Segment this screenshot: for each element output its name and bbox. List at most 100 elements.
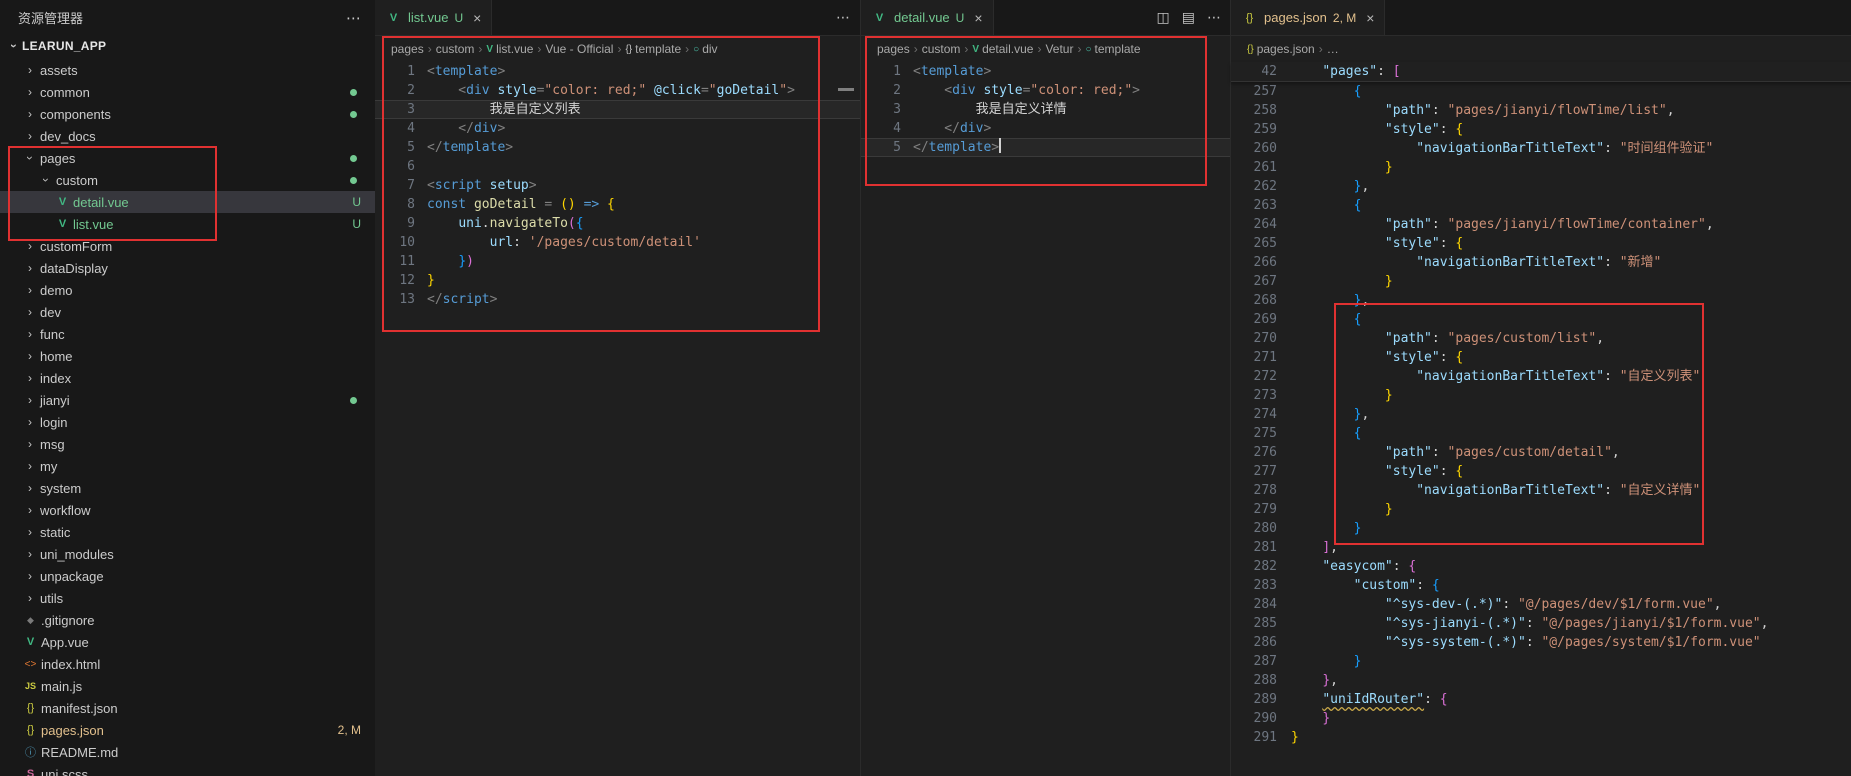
more-actions-icon[interactable]: ⋯ [836,9,850,26]
tree-item-customForm[interactable]: ›customForm [0,235,375,257]
code-line[interactable]: 257 { [1231,82,1851,101]
tree-item-jianyi[interactable]: ›jianyi [0,389,375,411]
tree-root-folder[interactable]: › LEARUN_APP [0,35,375,57]
tree-item-pages.json[interactable]: {}pages.json2, M [0,719,375,741]
code-line[interactable]: 286 "^sys-system-(.*)": "@/pages/system/… [1231,633,1851,652]
tab-detail-vue[interactable]: V detail.vue U × [861,0,994,35]
code-line[interactable]: 267 } [1231,272,1851,291]
tree-item-uni.scss[interactable]: Suni.scss [0,763,375,776]
code-line[interactable]: 265 "style": { [1231,234,1851,253]
code-line[interactable]: 4 </div> [375,119,860,138]
tree-item-pages[interactable]: ›pages [0,147,375,169]
tree-item-README.md[interactable]: ⓘREADME.md [0,741,375,763]
tree-item-index[interactable]: ›index [0,367,375,389]
breadcrumb-item[interactable]: Vetur [1045,42,1073,56]
tree-item-index.html[interactable]: <>index.html [0,653,375,675]
explorer-more-icon[interactable]: ⋯ [346,9,361,27]
code-line[interactable]: 1<template> [375,62,860,81]
code-line[interactable]: 13</script> [375,290,860,309]
code-line[interactable]: 280 } [1231,519,1851,538]
code-line[interactable]: 4 </div> [861,119,1231,138]
code-line[interactable]: 287 } [1231,652,1851,671]
code-line[interactable]: 266 "navigationBarTitleText": "新增" [1231,253,1851,272]
code-line[interactable]: 290 } [1231,709,1851,728]
tree-item-main.js[interactable]: JSmain.js [0,675,375,697]
close-icon[interactable]: × [473,10,481,26]
breadcrumb-item[interactable]: {}pages.json [1247,42,1315,56]
tree-item-App.vue[interactable]: VApp.vue [0,631,375,653]
code-line[interactable]: 260 "navigationBarTitleText": "时间组件验证" [1231,139,1851,158]
tree-item-custom[interactable]: ›custom [0,169,375,191]
breadcrumb-item[interactable]: custom [436,42,475,56]
breadcrumb-item[interactable]: pages [391,42,424,56]
code-line[interactable]: 268 }, [1231,291,1851,310]
code-line[interactable]: 282 "easycom": { [1231,557,1851,576]
code-line[interactable]: 278 "navigationBarTitleText": "自定义详情" [1231,481,1851,500]
code-line[interactable]: 264 "path": "pages/jianyi/flowTime/conta… [1231,215,1851,234]
breadcrumb-item[interactable]: Vdetail.vue [972,42,1033,56]
code-line[interactable]: 270 "path": "pages/custom/list", [1231,329,1851,348]
code-line[interactable]: 258 "path": "pages/jianyi/flowTime/list"… [1231,101,1851,120]
breadcrumb-item[interactable]: custom [922,42,961,56]
tab-list-vue[interactable]: V list.vue U × [375,0,492,35]
tree-item-func[interactable]: ›func [0,323,375,345]
tree-item-my[interactable]: ›my [0,455,375,477]
code-line[interactable]: 261 } [1231,158,1851,177]
code-line[interactable]: 5</template> [375,138,860,157]
code-editor-pages-json[interactable]: 42 "pages": [257 {258 "path": "pages/jia… [1231,62,1851,747]
close-icon[interactable]: × [1366,10,1374,26]
code-line[interactable]: 273 } [1231,386,1851,405]
tree-item-workflow[interactable]: ›workflow [0,499,375,521]
tree-item-system[interactable]: ›system [0,477,375,499]
code-editor-list-vue[interactable]: 1<template>2 <div style="color: red;" @c… [375,62,860,309]
code-line[interactable]: 274 }, [1231,405,1851,424]
code-line[interactable]: 3 我是自定义列表 [375,100,860,119]
code-line[interactable]: 271 "style": { [1231,348,1851,367]
tree-item-dev_docs[interactable]: ›dev_docs [0,125,375,147]
split-editor-icon[interactable]: ◫ [1157,9,1170,26]
code-line[interactable]: 2 <div style="color: red;"> [861,81,1231,100]
code-line[interactable]: 275 { [1231,424,1851,443]
code-line[interactable]: 3 我是自定义详情 [861,100,1231,119]
tree-item-static[interactable]: ›static [0,521,375,543]
code-line[interactable]: 276 "path": "pages/custom/detail", [1231,443,1851,462]
breadcrumb-item[interactable]: … [1327,42,1339,56]
breadcrumb-item[interactable]: {}template [625,42,681,56]
breadcrumb-item[interactable]: pages [877,42,910,56]
code-line[interactable]: 2 <div style="color: red;" @click="goDet… [375,81,860,100]
code-line[interactable]: 291} [1231,728,1851,747]
tree-item-.gitignore[interactable]: ◆.gitignore [0,609,375,631]
code-line[interactable]: 259 "style": { [1231,120,1851,139]
tree-item-assets[interactable]: ›assets [0,59,375,81]
code-line[interactable]: 289 "uniIdRouter": { [1231,690,1851,709]
code-line[interactable]: 11 }) [375,252,860,271]
code-line[interactable]: 5</template> [861,138,1231,157]
tree-item-components[interactable]: ›components [0,103,375,125]
tree-item-manifest.json[interactable]: {}manifest.json [0,697,375,719]
code-editor-detail-vue[interactable]: 1<template>2 <div style="color: red;">3 … [861,62,1231,157]
tree-item-unpackage[interactable]: ›unpackage [0,565,375,587]
tree-item-dataDisplay[interactable]: ›dataDisplay [0,257,375,279]
code-line[interactable]: 285 "^sys-jianyi-(.*)": "@/pages/jianyi/… [1231,614,1851,633]
code-line[interactable]: 10 url: '/pages/custom/detail' [375,233,860,252]
editor-layout-icon[interactable]: ▤ [1182,9,1195,26]
code-line[interactable]: 283 "custom": { [1231,576,1851,595]
code-line[interactable]: 12} [375,271,860,290]
breadcrumb-item[interactable]: Vlist.vue [486,42,533,56]
code-line[interactable]: 42 "pages": [ [1231,62,1851,82]
code-line[interactable]: 262 }, [1231,177,1851,196]
tree-item-home[interactable]: ›home [0,345,375,367]
code-line[interactable]: 269 { [1231,310,1851,329]
tab-pages-json[interactable]: {} pages.json 2, M × [1231,0,1385,35]
tree-item-msg[interactable]: ›msg [0,433,375,455]
code-line[interactable]: 281 ], [1231,538,1851,557]
tree-item-utils[interactable]: ›utils [0,587,375,609]
tree-item-common[interactable]: ›common [0,81,375,103]
code-line[interactable]: 279 } [1231,500,1851,519]
more-actions-icon[interactable]: ⋯ [1207,9,1221,26]
code-line[interactable]: 263 { [1231,196,1851,215]
tree-item-detail.vue[interactable]: Vdetail.vueU [0,191,375,213]
breadcrumb-item[interactable]: ○template [1085,42,1140,56]
breadcrumb-item[interactable]: ○div [693,42,717,56]
tree-item-list.vue[interactable]: Vlist.vueU [0,213,375,235]
